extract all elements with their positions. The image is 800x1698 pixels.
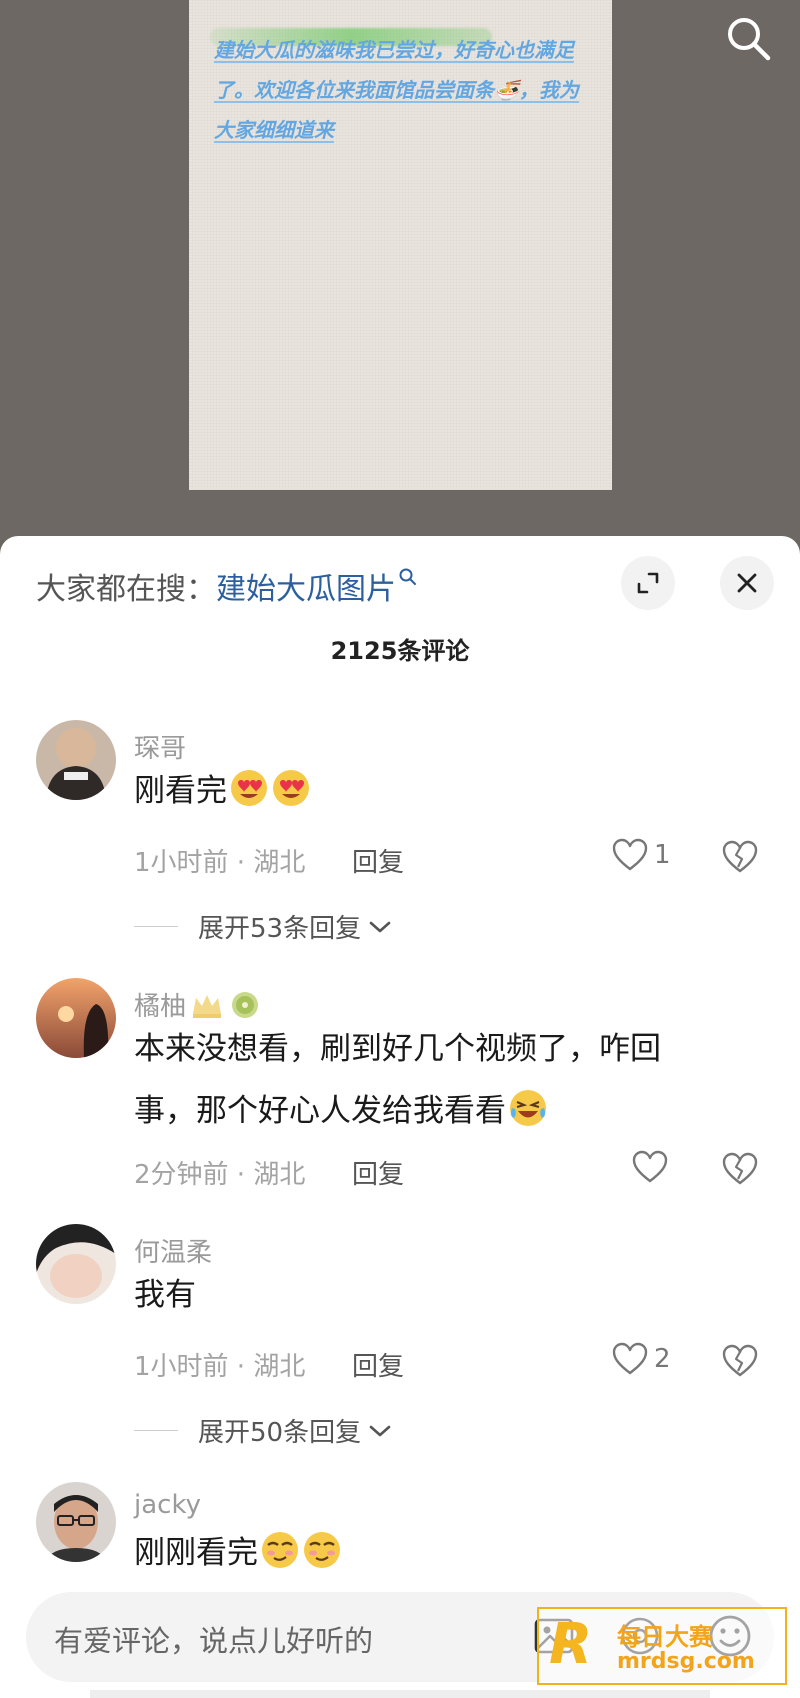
- comment-time-location: 2分钟前 · 湖北: [134, 1160, 306, 1190]
- trending-search-keyword[interactable]: 建始大瓜图片: [216, 572, 396, 607]
- trending-search-prefix: 大家都在搜：: [36, 572, 216, 607]
- expand-icon[interactable]: [621, 556, 675, 610]
- dislike-icon[interactable]: [720, 1341, 760, 1381]
- trending-search[interactable]: 大家都在搜：建始大瓜图片: [36, 564, 418, 608]
- comment-item: jacky 刚刚看完: [0, 1482, 800, 1602]
- watermark-url: mrdsg.com: [617, 1649, 755, 1674]
- like-button[interactable]: [632, 1150, 668, 1184]
- heart-icon: [612, 838, 648, 871]
- expand-replies-button[interactable]: 展开50条回复: [134, 1412, 393, 1449]
- watermark-r-icon: R: [549, 1612, 593, 1677]
- comment-text: 刚看完: [134, 760, 714, 822]
- heart-eyes-emoji: [273, 770, 309, 806]
- like-count: 2: [654, 1344, 671, 1374]
- reply-button[interactable]: 回复: [352, 1346, 404, 1383]
- reply-button[interactable]: 回复: [352, 1154, 404, 1191]
- heart-icon: [632, 1150, 668, 1183]
- comment-sheet: 大家都在搜：建始大瓜图片 2125条评论 琛哥 刚看完 1小时前 · 湖北 回复…: [0, 536, 800, 1698]
- expand-replies-button[interactable]: 展开53条回复: [134, 908, 393, 945]
- sheet-header: 大家都在搜：建始大瓜图片: [0, 536, 800, 636]
- avatar[interactable]: [36, 1482, 116, 1562]
- chevron-down-icon: [369, 1425, 391, 1436]
- avatar[interactable]: [36, 978, 116, 1058]
- watermark-logo: R 每日大赛 mrdsg.com: [537, 1607, 787, 1685]
- crown-icon: [193, 995, 222, 1018]
- search-icon[interactable]: [720, 10, 776, 66]
- like-count: 1: [654, 840, 671, 870]
- avatar[interactable]: [36, 1224, 116, 1304]
- comment-text-line: 本来没想看，刷到好几个视频了，咋回: [134, 1031, 661, 1067]
- smirk-emoji: [304, 1532, 340, 1568]
- dislike-icon[interactable]: [720, 1149, 760, 1189]
- dislike-icon[interactable]: [720, 837, 760, 877]
- like-button[interactable]: 2: [612, 1342, 671, 1376]
- heart-eyes-emoji: [231, 770, 267, 806]
- comment-username[interactable]: jacky: [134, 1490, 201, 1520]
- divider: [134, 1430, 178, 1431]
- kiwi-icon: [232, 992, 259, 1018]
- chevron-down-icon: [369, 921, 391, 932]
- bottom-strip: [90, 1690, 710, 1698]
- comment-time-location: 1小时前 · 湖北: [134, 1352, 306, 1382]
- close-icon[interactable]: [720, 556, 774, 610]
- comment-text: 刚刚看完: [134, 1522, 714, 1584]
- comment-text-line-2-body: 事，那个好心人发给我看看: [134, 1093, 506, 1129]
- search-small-icon: [399, 568, 416, 585]
- like-button[interactable]: 1: [612, 838, 671, 872]
- comment-item: 橘柚 本来没想看，刷到好几个视频了，咋回 事，那个好心人发给我看看 2分钟前 ·…: [0, 978, 800, 1238]
- comment-text-body: 刚刚看完: [134, 1535, 258, 1571]
- watermark-title: 每日大赛: [617, 1623, 713, 1651]
- heart-icon: [612, 1342, 648, 1375]
- comment-text: 我有: [134, 1277, 196, 1313]
- laughing-emoji: [510, 1090, 546, 1126]
- comment-item: 琛哥 刚看完 1小时前 · 湖北 回复 1 展开53条回复: [0, 720, 800, 944]
- video-caption: 建始大瓜的滋味我已尝过，好奇心也满足了。欢迎各位来我面馆品尝面条🍜，我为大家细细…: [214, 38, 579, 142]
- smirk-emoji: [262, 1532, 298, 1568]
- comment-time-location: 1小时前 · 湖北: [134, 848, 306, 878]
- divider: [134, 926, 178, 927]
- expand-replies-label: 展开50条回复: [198, 1418, 362, 1448]
- expand-replies-label: 展开53条回复: [198, 914, 362, 944]
- comment-count: 2125条评论: [330, 637, 470, 665]
- comment-text: 本来没想看，刷到好几个视频了，咋回 事，那个好心人发给我看看: [134, 1018, 714, 1142]
- comment-text-line-2: 事，那个好心人发给我看看: [134, 1080, 714, 1142]
- comment-input[interactable]: 有爱评论，说点儿好听的: [54, 1618, 373, 1660]
- video-player[interactable]: 建始大瓜的滋味我已尝过，好奇心也满足了。欢迎各位来我面馆品尝面条🍜，我为大家细细…: [0, 0, 800, 540]
- comment-item: 何温柔 我有 1小时前 · 湖北 回复 2 展开50条回复: [0, 1224, 800, 1448]
- comment-text-body: 刚看完: [134, 773, 227, 809]
- avatar[interactable]: [36, 720, 116, 800]
- reply-button[interactable]: 回复: [352, 842, 404, 879]
